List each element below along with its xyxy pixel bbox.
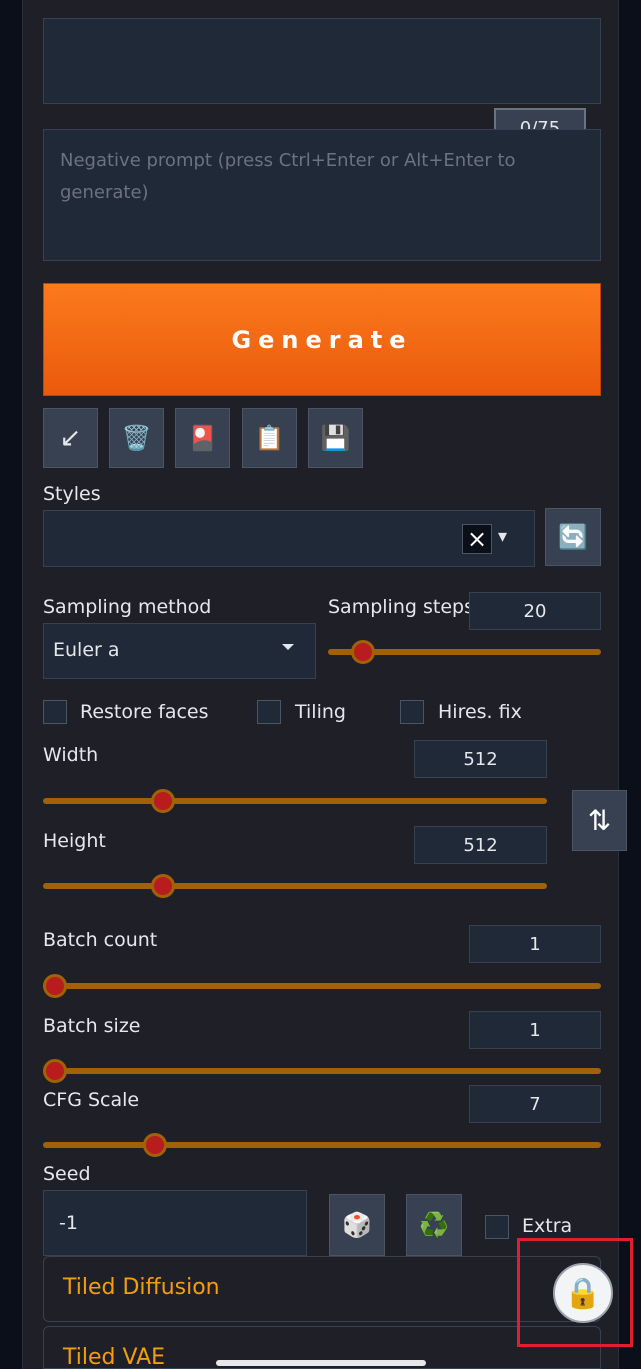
restore-faces-label: Restore faces	[80, 701, 209, 723]
lock-button[interactable]: 🔒	[553, 1263, 613, 1323]
seed-input[interactable]: -1	[43, 1190, 307, 1256]
sampling-steps-input[interactable]: 20	[469, 592, 601, 630]
height-input[interactable]: 512	[414, 826, 547, 864]
chevron-down-icon	[282, 644, 294, 650]
sampling-method-select[interactable]: Euler a	[43, 623, 316, 679]
batch-count-label: Batch count	[43, 929, 158, 951]
close-icon: ×	[466, 525, 488, 553]
apply-style-button[interactable]: 📋	[242, 408, 297, 468]
clipboard-icon: 📋	[254, 424, 285, 452]
negative-prompt-input[interactable]: Negative prompt (press Ctrl+Enter or Alt…	[43, 129, 601, 261]
cfg-scale-input[interactable]: 7	[469, 1085, 601, 1123]
hires-fix-label: Hires. fix	[438, 701, 522, 723]
styles-clear-button[interactable]: ×	[462, 524, 492, 554]
card-icon: 🎴	[187, 424, 218, 452]
sampling-method-label: Sampling method	[43, 596, 212, 618]
swap-dimensions-button[interactable]: ⇅	[572, 790, 627, 851]
extra-seed-checkbox[interactable]	[485, 1215, 509, 1239]
batch-size-thumb[interactable]	[43, 1059, 67, 1083]
swap-vertical-icon: ⇅	[587, 804, 612, 837]
tiling-checkbox[interactable]	[257, 700, 281, 724]
width-thumb[interactable]	[150, 789, 175, 813]
height-slider[interactable]	[43, 874, 547, 898]
negative-prompt-placeholder: Negative prompt (press Ctrl+Enter or Alt…	[60, 150, 516, 203]
height-thumb[interactable]	[150, 874, 175, 898]
read-params-button[interactable]: ↙	[43, 408, 98, 468]
height-label: Height	[43, 830, 106, 852]
home-indicator	[216, 1360, 426, 1366]
recycle-icon: ♻️	[419, 1211, 449, 1239]
prompt-input[interactable]	[43, 18, 601, 104]
seed-value: -1	[59, 1212, 78, 1234]
tiled-diffusion-title: Tiled Diffusion	[63, 1275, 220, 1300]
sampling-method-value: Euler a	[53, 639, 120, 661]
width-label: Width	[43, 744, 99, 766]
trash-icon: 🗑️	[121, 424, 152, 452]
save-icon: 💾	[320, 424, 351, 452]
sampling-steps-slider[interactable]	[328, 640, 601, 664]
cfg-scale-label: CFG Scale	[43, 1089, 140, 1111]
tiling-label: Tiling	[295, 701, 346, 723]
random-seed-button[interactable]: 🎲	[329, 1194, 385, 1256]
reuse-seed-button[interactable]: ♻️	[406, 1194, 462, 1256]
restore-faces-checkbox[interactable]	[43, 700, 67, 724]
cfg-scale-slider[interactable]	[43, 1133, 601, 1157]
width-slider[interactable]	[43, 789, 547, 813]
lock-icon: 🔒	[564, 1275, 602, 1311]
clear-prompt-button[interactable]: 🗑️	[109, 408, 164, 468]
batch-count-input[interactable]: 1	[469, 925, 601, 963]
extra-label: Extra	[522, 1215, 573, 1237]
batch-size-slider[interactable]	[43, 1059, 601, 1083]
batch-count-thumb[interactable]	[43, 974, 67, 998]
styles-label: Styles	[43, 483, 101, 505]
width-input[interactable]: 512	[414, 740, 547, 778]
cfg-scale-thumb[interactable]	[142, 1133, 167, 1157]
generate-button[interactable]: Generate	[43, 283, 601, 396]
refresh-styles-button[interactable]: 🔄	[545, 508, 601, 566]
batch-size-input[interactable]: 1	[469, 1011, 601, 1049]
sampling-steps-label: Sampling steps	[328, 596, 474, 618]
arrow-down-left-icon: ↙	[59, 423, 82, 453]
batch-size-label: Batch size	[43, 1015, 141, 1037]
refresh-icon: 🔄	[558, 523, 588, 551]
save-style-button[interactable]: 💾	[308, 408, 363, 468]
dice-icon: 🎲	[342, 1211, 372, 1239]
extra-networks-button[interactable]: 🎴	[175, 408, 230, 468]
seed-label: Seed	[43, 1163, 91, 1185]
chevron-down-icon[interactable]: ▾	[498, 526, 507, 547]
batch-count-slider[interactable]	[43, 974, 601, 998]
hires-fix-checkbox[interactable]	[400, 700, 424, 724]
tiled-vae-title: Tiled VAE	[63, 1345, 166, 1369]
